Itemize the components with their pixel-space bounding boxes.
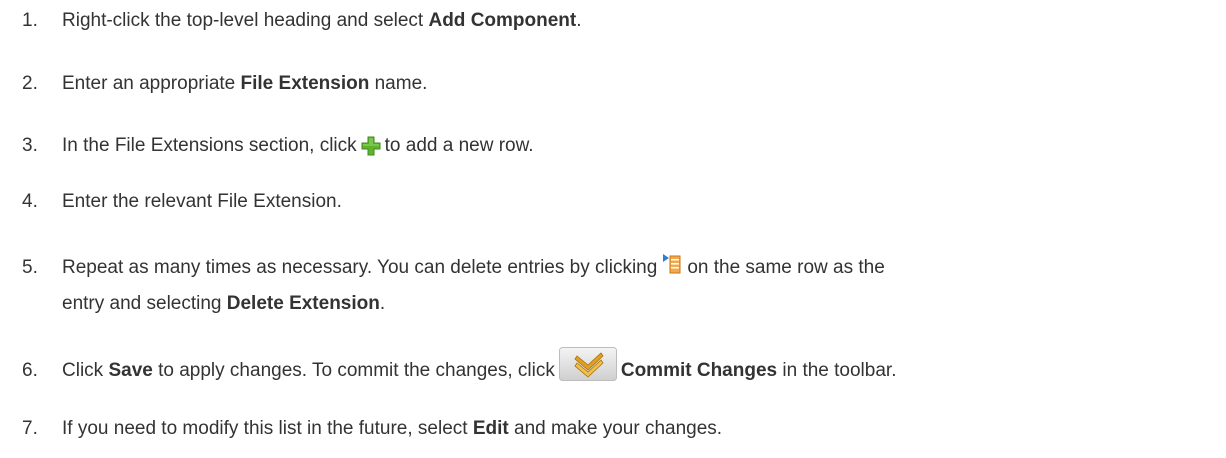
step-text: Right-click the top-level heading and se… <box>62 10 582 31</box>
step-text: In the File Extensions section, click to … <box>62 134 534 156</box>
edit-label: Edit <box>472 418 509 439</box>
step-text: If you need to modify this list in the f… <box>62 418 723 439</box>
step-text: Enter the relevant File Extension. <box>62 191 342 212</box>
step-text: Click Save to apply changes. To commit t… <box>62 347 1212 388</box>
add-component-label: Add Component <box>428 10 577 31</box>
step-text: Enter an appropriate File Extension name… <box>62 73 428 94</box>
row-menu-icon <box>662 253 682 275</box>
step-number: 5. <box>22 257 38 278</box>
plus-icon <box>361 134 381 156</box>
step-text-line-1: Repeat as many times as necessary. You c… <box>62 251 1212 285</box>
delete-extension-label: Delete Extension <box>226 293 380 314</box>
commit-changes-icon <box>558 347 617 381</box>
file-extension-label: File Extension <box>240 73 370 94</box>
step-number: 7. <box>22 418 38 439</box>
step-number: 3. <box>22 135 38 156</box>
step-number: 1. <box>22 10 38 31</box>
step-number: 4. <box>22 191 38 212</box>
save-label: Save <box>108 360 153 382</box>
step-text-line-2: entry and selecting Delete Extension. <box>62 293 386 314</box>
step-number: 6. <box>22 360 38 381</box>
step-number: 2. <box>22 73 38 94</box>
commit-changes-label: Commit Changes <box>620 360 778 382</box>
